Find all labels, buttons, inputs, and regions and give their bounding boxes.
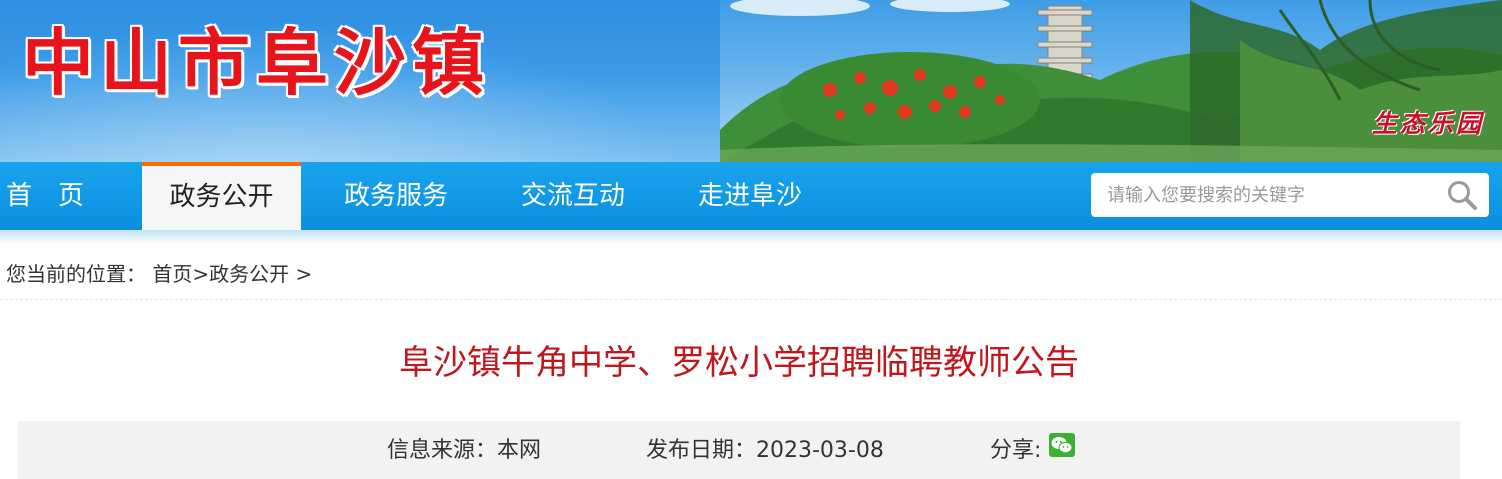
- header-banner: 中山市阜沙镇 生态乐园: [0, 0, 1502, 162]
- breadcrumb-prefix: 您当前的位置：: [6, 262, 146, 286]
- breadcrumb-separator: >: [192, 262, 210, 286]
- divider: [0, 299, 1502, 300]
- site-title: 中山市阜沙镇: [22, 21, 491, 105]
- breadcrumb-trailing-separator: >: [295, 262, 313, 286]
- article-meta-bar: 信息来源：本网 发布日期：2023-03-08 分享:: [18, 421, 1460, 479]
- nav-item-interaction[interactable]: 交流互动: [521, 162, 625, 230]
- search-box: [1091, 173, 1489, 217]
- search-input[interactable]: [1091, 173, 1431, 217]
- article-source: 信息来源：本网: [387, 438, 542, 463]
- breadcrumb-home-link[interactable]: 首页: [152, 262, 192, 286]
- share-label: 分享:: [990, 438, 1042, 463]
- nav-item-government-services[interactable]: 政务服务: [344, 162, 448, 230]
- banner-slogan: 生态乐园: [1371, 109, 1484, 138]
- nav-shadow: [0, 230, 1502, 244]
- breadcrumb: 您当前的位置： 首页>政务公开 >: [6, 258, 312, 290]
- nav-item-about-fusha[interactable]: 走进阜沙: [698, 162, 802, 230]
- breadcrumb-current-link[interactable]: 政务公开: [209, 262, 289, 286]
- search-button[interactable]: [1445, 178, 1479, 212]
- nav-item-home[interactable]: 首 页: [6, 162, 84, 230]
- magnifier-icon: [1448, 181, 1477, 210]
- article-title: 阜沙镇牛角中学、罗松小学招聘临聘教师公告: [399, 343, 1079, 383]
- wechat-icon[interactable]: [1049, 433, 1075, 457]
- article-date: 发布日期：2023-03-08: [646, 438, 884, 463]
- nav-item-government-affairs[interactable]: 政务公开: [142, 162, 301, 230]
